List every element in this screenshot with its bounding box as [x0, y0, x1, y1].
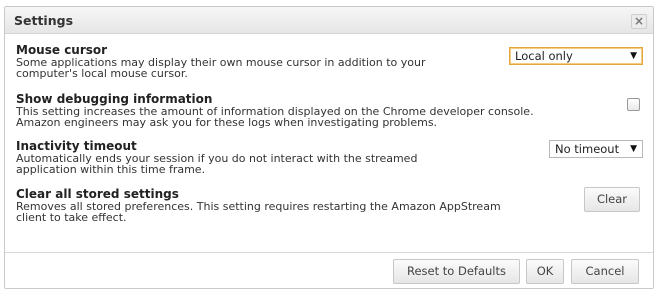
setting-description-line2: application within this time frame. [16, 163, 206, 176]
close-icon[interactable]: × [631, 14, 647, 29]
setting-inactivity-timeout: Inactivity timeout Automatically ends yo… [16, 140, 417, 176]
setting-mouse-cursor: Mouse cursor Some applications may displ… [16, 44, 426, 80]
inactivity-timeout-select[interactable]: No timeout ▼ [549, 140, 643, 158]
dialog-titlebar: Settings × [5, 7, 653, 34]
clear-button[interactable]: Clear [584, 187, 640, 212]
setting-description-line2: Amazon engineers may ask you for these l… [16, 116, 438, 129]
setting-debugging-info: Show debugging information This setting … [16, 93, 534, 129]
setting-description-line2: client to take effect. [16, 211, 127, 224]
select-value: No timeout [555, 142, 620, 156]
chevron-down-icon: ▼ [630, 51, 637, 61]
debugging-checkbox[interactable] [627, 98, 640, 111]
setting-clear-stored: Clear all stored settings Removes all st… [16, 188, 501, 224]
mouse-cursor-select[interactable]: Local only ▼ [509, 47, 643, 65]
reset-to-defaults-button[interactable]: Reset to Defaults [393, 259, 520, 284]
select-value: Local only [515, 49, 573, 63]
cancel-button[interactable]: Cancel [571, 259, 639, 284]
chevron-down-icon: ▼ [630, 144, 637, 154]
footer-divider [5, 252, 653, 253]
dialog-title: Settings [14, 13, 74, 28]
ok-button[interactable]: OK [526, 259, 564, 284]
setting-description-line2: computer's local mouse cursor. [16, 67, 188, 80]
settings-dialog: Settings × Mouse cursor Some application… [4, 6, 654, 289]
